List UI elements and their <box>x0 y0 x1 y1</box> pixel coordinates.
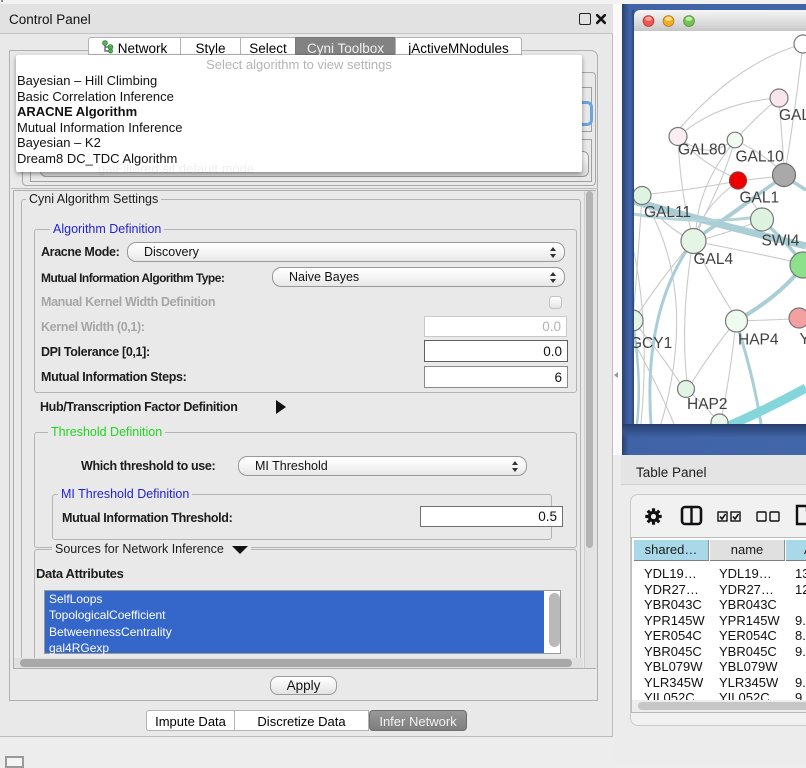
svg-text:HAP2: HAP2 <box>687 396 728 413</box>
svg-text:SWI4: SWI4 <box>762 233 800 250</box>
svg-text:GAL80: GAL80 <box>678 142 727 159</box>
svg-text:GCY1: GCY1 <box>634 335 672 352</box>
svg-text:GAL11: GAL11 <box>644 204 691 221</box>
svg-text:GAL4: GAL4 <box>694 251 734 268</box>
svg-text:Y: Y <box>800 331 806 348</box>
svg-text:HAP4: HAP4 <box>738 332 779 349</box>
svg-text:GAL1: GAL1 <box>740 190 780 207</box>
svg-text:GAL: GAL <box>779 107 806 124</box>
svg-text:GAL10: GAL10 <box>736 149 785 166</box>
